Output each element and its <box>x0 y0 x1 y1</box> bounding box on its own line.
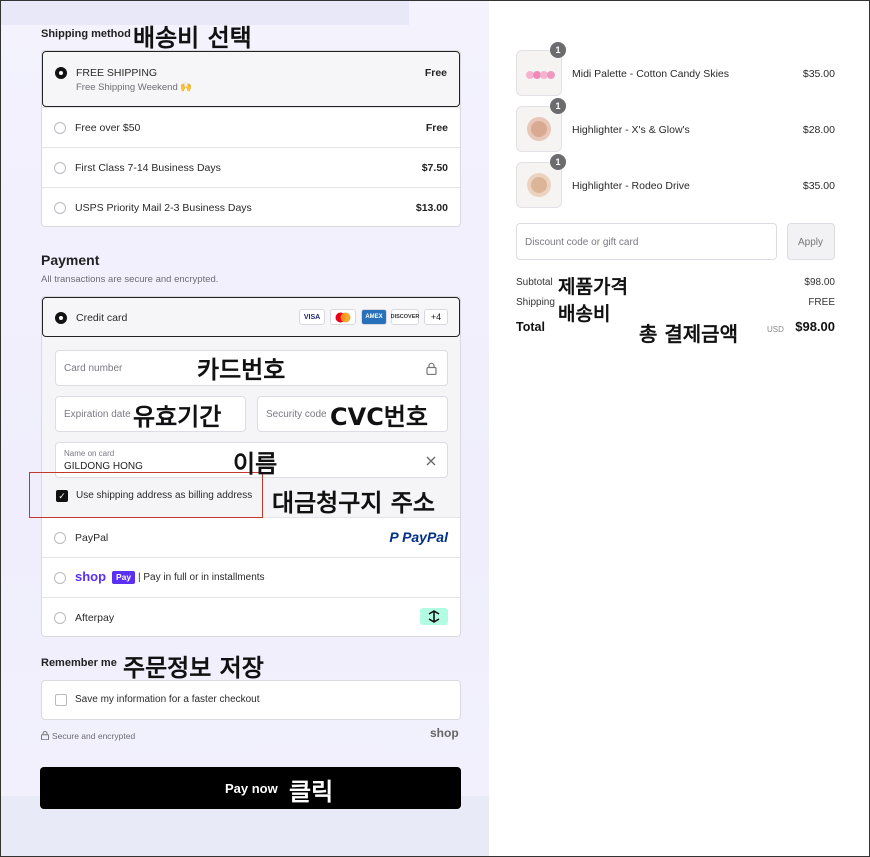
shipping-option-usps-priority[interactable]: USPS Priority Mail 2-3 Business Days $13… <box>42 187 460 226</box>
card-number-placeholder: Card number <box>64 363 123 374</box>
shipping-option-price: $7.50 <box>421 162 448 174</box>
radio-credit-card[interactable] <box>55 312 67 324</box>
payment-subtitle: All transactions are secure and encrypte… <box>41 274 219 285</box>
clear-icon[interactable] <box>426 456 436 466</box>
radio-free-over-50[interactable] <box>54 122 66 134</box>
currency-label: USD <box>767 325 784 334</box>
apply-button[interactable]: Apply <box>787 223 835 260</box>
total-label: Total <box>516 320 545 334</box>
secure-encrypted-text: Secure and encrypted <box>52 731 136 741</box>
radio-free-shipping[interactable] <box>55 67 67 79</box>
card-number-annotation: 카드번호 <box>197 356 286 384</box>
shipping-summary-annotation: 배송비 <box>558 303 611 325</box>
total-value: $98.00 <box>795 319 835 334</box>
security-code-placeholder: Security code <box>266 409 327 420</box>
shipping-annotation: 배송비 선택 <box>133 24 252 52</box>
name-annotation: 이름 <box>233 450 278 478</box>
shipping-option-price: Free <box>424 67 447 79</box>
save-info-checkbox[interactable] <box>55 694 67 706</box>
item-price: $35.00 <box>802 68 835 80</box>
shop-pay-label: | Pay in full or in installments <box>138 572 265 583</box>
name-on-card-label: Name on card <box>64 449 115 458</box>
subtotal-annotation: 제품가격 <box>558 276 628 298</box>
radio-paypal[interactable] <box>54 532 66 544</box>
shipping-method-title: Shipping method <box>41 28 131 40</box>
discount-placeholder: Discount code or gift card <box>525 237 639 248</box>
item-price: $35.00 <box>802 180 835 192</box>
total-annotation: 총 결제금액 <box>639 322 738 346</box>
paypal-label: PayPal <box>75 532 109 544</box>
radio-first-class[interactable] <box>54 162 66 174</box>
item-name: Midi Palette - Cotton Candy Skies <box>572 68 729 80</box>
pay-now-annotation: 클릭 <box>289 778 334 806</box>
paypal-logo-text: PayPal <box>402 529 448 545</box>
payment-paypal[interactable]: PayPal P PayPal <box>42 517 460 557</box>
payment-credit-card-header[interactable]: Credit card VISA AMEX DISCOVER +4 <box>42 297 460 337</box>
expiry-annotation: 유효기간 <box>133 403 222 431</box>
payment-afterpay[interactable]: Afterpay <box>42 597 460 636</box>
cvc-annotation: CVC번호 <box>330 403 428 431</box>
shipping-option-sub: Free Shipping Weekend 🙌 <box>76 82 193 93</box>
shipping-option-first-class[interactable]: First Class 7-14 Business Days $7.50 <box>42 147 460 187</box>
visa-icon: VISA <box>299 309 325 325</box>
item-name: Highlighter - Rodeo Drive <box>572 180 690 192</box>
pay-now-label: Pay now <box>225 781 278 796</box>
apply-label: Apply <box>798 237 824 248</box>
shop-pay-logo: shop <box>75 569 107 584</box>
lock-icon <box>41 731 49 740</box>
shipping-summary-label: Shipping <box>516 297 555 308</box>
billing-annotation: 대금청구지 주소 <box>272 489 435 517</box>
remember-me-title: Remember me <box>41 657 117 669</box>
radio-shop-pay[interactable] <box>54 572 66 584</box>
billing-annotation-box <box>29 472 263 518</box>
radio-usps-priority[interactable] <box>54 202 66 214</box>
shipping-options: FREE SHIPPING Free Shipping Weekend 🙌 Fr… <box>41 50 461 227</box>
credit-card-label: Credit card <box>76 312 128 324</box>
shop-logo: shop <box>430 726 459 740</box>
more-cards-badge: +4 <box>424 309 448 325</box>
subtotal-value: $98.00 <box>804 277 835 288</box>
shipping-option-label: FREE SHIPPING <box>76 67 158 79</box>
expiration-date-placeholder: Expiration date <box>64 409 131 420</box>
item-name: Highlighter - X's & Glow's <box>572 124 690 136</box>
shipping-option-price: $13.00 <box>415 202 448 214</box>
discount-code-input[interactable]: Discount code or gift card <box>516 223 777 260</box>
payment-title: Payment <box>41 252 100 268</box>
pay-now-button[interactable]: Pay now <box>40 767 461 809</box>
amex-icon: AMEX <box>361 309 387 325</box>
name-on-card-value: GILDONG HONG <box>64 461 143 472</box>
afterpay-logo-icon <box>420 608 448 625</box>
shipping-option-label: USPS Priority Mail 2-3 Business Days <box>75 202 252 214</box>
quantity-badge: 1 <box>550 98 566 114</box>
remember-annotation: 주문정보 저장 <box>123 654 264 682</box>
quantity-badge: 1 <box>550 42 566 58</box>
shipping-option-label: Free over $50 <box>75 122 141 134</box>
quantity-badge: 1 <box>550 154 566 170</box>
mastercard-icon <box>330 309 356 325</box>
shipping-summary-value: FREE <box>808 297 835 308</box>
shipping-option-selected[interactable]: FREE SHIPPING Free Shipping Weekend 🙌 Fr… <box>42 51 460 107</box>
shipping-option-price: Free <box>425 122 448 134</box>
payment-shop-pay[interactable]: shop Pay | Pay in full or in installment… <box>42 557 460 597</box>
afterpay-label: Afterpay <box>75 612 115 624</box>
item-price: $28.00 <box>802 124 835 136</box>
shipping-option-free-over-50[interactable]: Free over $50 Free <box>42 107 460 147</box>
remember-me-box[interactable]: Save my information for a faster checkou… <box>41 680 461 720</box>
save-info-label: Save my information for a faster checkou… <box>75 694 260 705</box>
shop-pay-badge: Pay <box>112 571 135 584</box>
subtotal-label: Subtotal <box>516 277 553 288</box>
shipping-option-label: First Class 7-14 Business Days <box>75 162 221 174</box>
lock-icon <box>426 362 437 375</box>
radio-afterpay[interactable] <box>54 612 66 624</box>
discover-icon: DISCOVER <box>391 309 419 325</box>
paypal-logo-icon: P PayPal <box>389 529 448 545</box>
